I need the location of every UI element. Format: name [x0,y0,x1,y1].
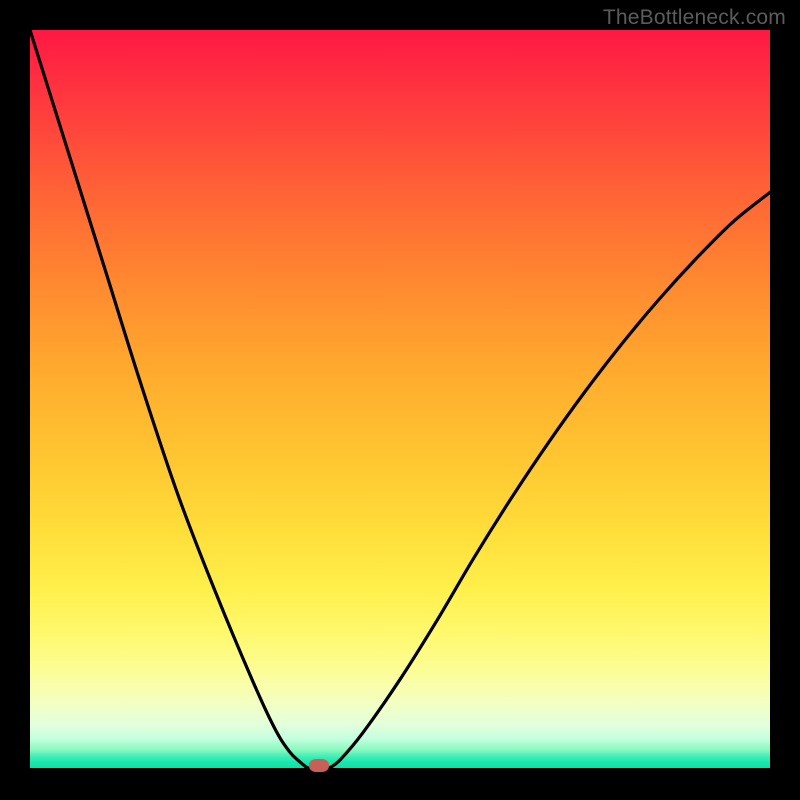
optimum-marker [309,759,329,772]
plot-area [30,30,770,768]
watermark-text: TheBottleneck.com [603,6,786,30]
chart-frame: TheBottleneck.com [0,0,800,800]
bottleneck-curve [30,30,770,768]
